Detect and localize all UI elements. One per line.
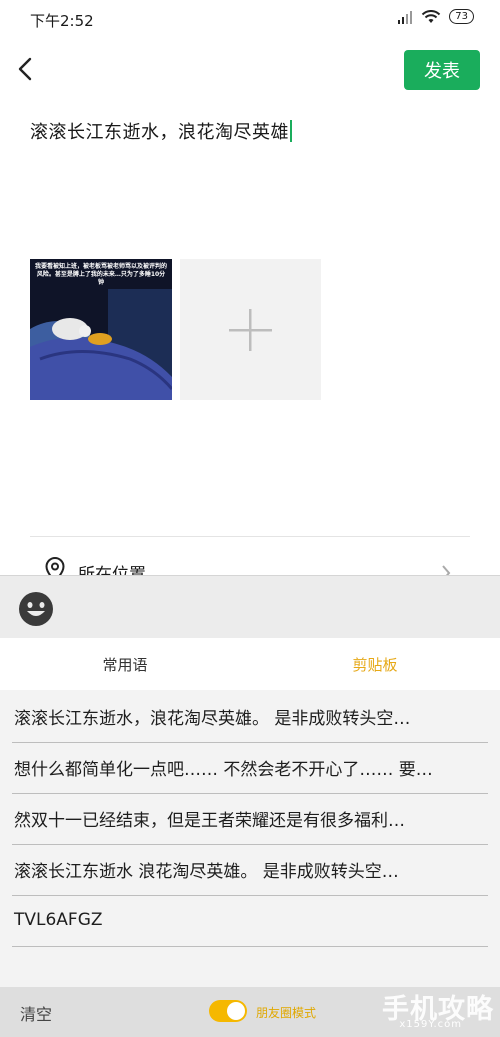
photo-thumbnail[interactable]: 我要看被知上班，被老板骂被老师骂以及被评判的风险。甚至是膊上了我的未来…只为了多… xyxy=(30,259,172,400)
post-text: 滚滚长江东逝水，浪花淘尽英雄 xyxy=(30,122,289,143)
tab-clipboard[interactable]: 剪贴板 xyxy=(250,638,500,690)
post-text-input[interactable]: 滚滚长江东逝水，浪花淘尽英雄 xyxy=(30,118,292,144)
add-photo-button[interactable] xyxy=(180,259,321,400)
clipboard-item[interactable]: 想什么都简单化一点吧…… 不然会老不开心了…… 要… xyxy=(12,741,488,794)
back-icon[interactable] xyxy=(14,55,38,83)
clipboard-item[interactable]: 滚滚长江东逝水，浪花淘尽英雄。 是非成败转头空… xyxy=(12,690,488,743)
clipboard-tabs: 常用语 剪贴板 xyxy=(0,638,500,690)
signal-icon xyxy=(398,10,413,24)
text-cursor xyxy=(290,120,292,142)
photo-caption: 我要看被知上班，被老板骂被老师骂以及被评判的风险。甚至是膊上了我的未来…只为了多… xyxy=(35,263,168,286)
tab-common-phrases[interactable]: 常用语 xyxy=(0,638,250,690)
status-icons: 73 xyxy=(397,9,474,24)
clipboard-item[interactable]: TVL6AFGZ xyxy=(12,894,488,947)
divider xyxy=(30,536,470,537)
clipboard-item-text: TVL6AFGZ xyxy=(14,910,103,930)
emoji-icon[interactable] xyxy=(17,590,55,628)
watermark-sub: x159Y.com xyxy=(399,1019,462,1030)
wifi-icon xyxy=(422,9,441,23)
location-row[interactable]: 所在位置 xyxy=(0,548,500,578)
clear-button[interactable]: 清空 xyxy=(20,1001,52,1025)
clipboard-item[interactable]: 滚滚长江东逝水 浪花淘尽英雄。 是非成败转头空… xyxy=(12,843,488,896)
status-bar: 下午2:52 73 xyxy=(0,0,500,38)
clipboard-list: 滚滚长江东逝水，浪花淘尽英雄。 是非成败转头空… 想什么都简单化一点吧…… 不然… xyxy=(0,690,500,987)
moments-mode-toggle[interactable] xyxy=(209,1000,247,1022)
clipboard-item[interactable]: 然双十一已经结束，但是王者荣耀还是有很多福利… xyxy=(12,792,488,845)
clipboard-item-text: 想什么都简单化一点吧…… 不然会老不开心了…… 要… xyxy=(14,759,433,780)
clipboard-item-text: 滚滚长江东逝水，浪花淘尽英雄。 是非成败转头空… xyxy=(14,708,411,729)
moments-mode-label: 朋友圈模式 xyxy=(256,1006,317,1020)
clipboard-item-text: 滚滚长江东逝水 浪花淘尽英雄。 是非成败转头空… xyxy=(14,861,399,882)
battery-icon: 73 xyxy=(449,9,474,24)
status-time: 下午2:52 xyxy=(30,12,94,30)
publish-button[interactable]: 发表 xyxy=(404,50,480,90)
plus-icon xyxy=(229,309,272,351)
toggle-knob xyxy=(227,1002,245,1020)
clipboard-bottom-bar: 清空 朋友圈模式 手机攻略 x159Y.com xyxy=(0,987,500,1037)
keyboard-toolbar xyxy=(0,575,500,639)
clipboard-item-text: 然双十一已经结束，但是王者荣耀还是有很多福利… xyxy=(14,810,405,831)
top-bar: 发表 xyxy=(0,45,500,95)
